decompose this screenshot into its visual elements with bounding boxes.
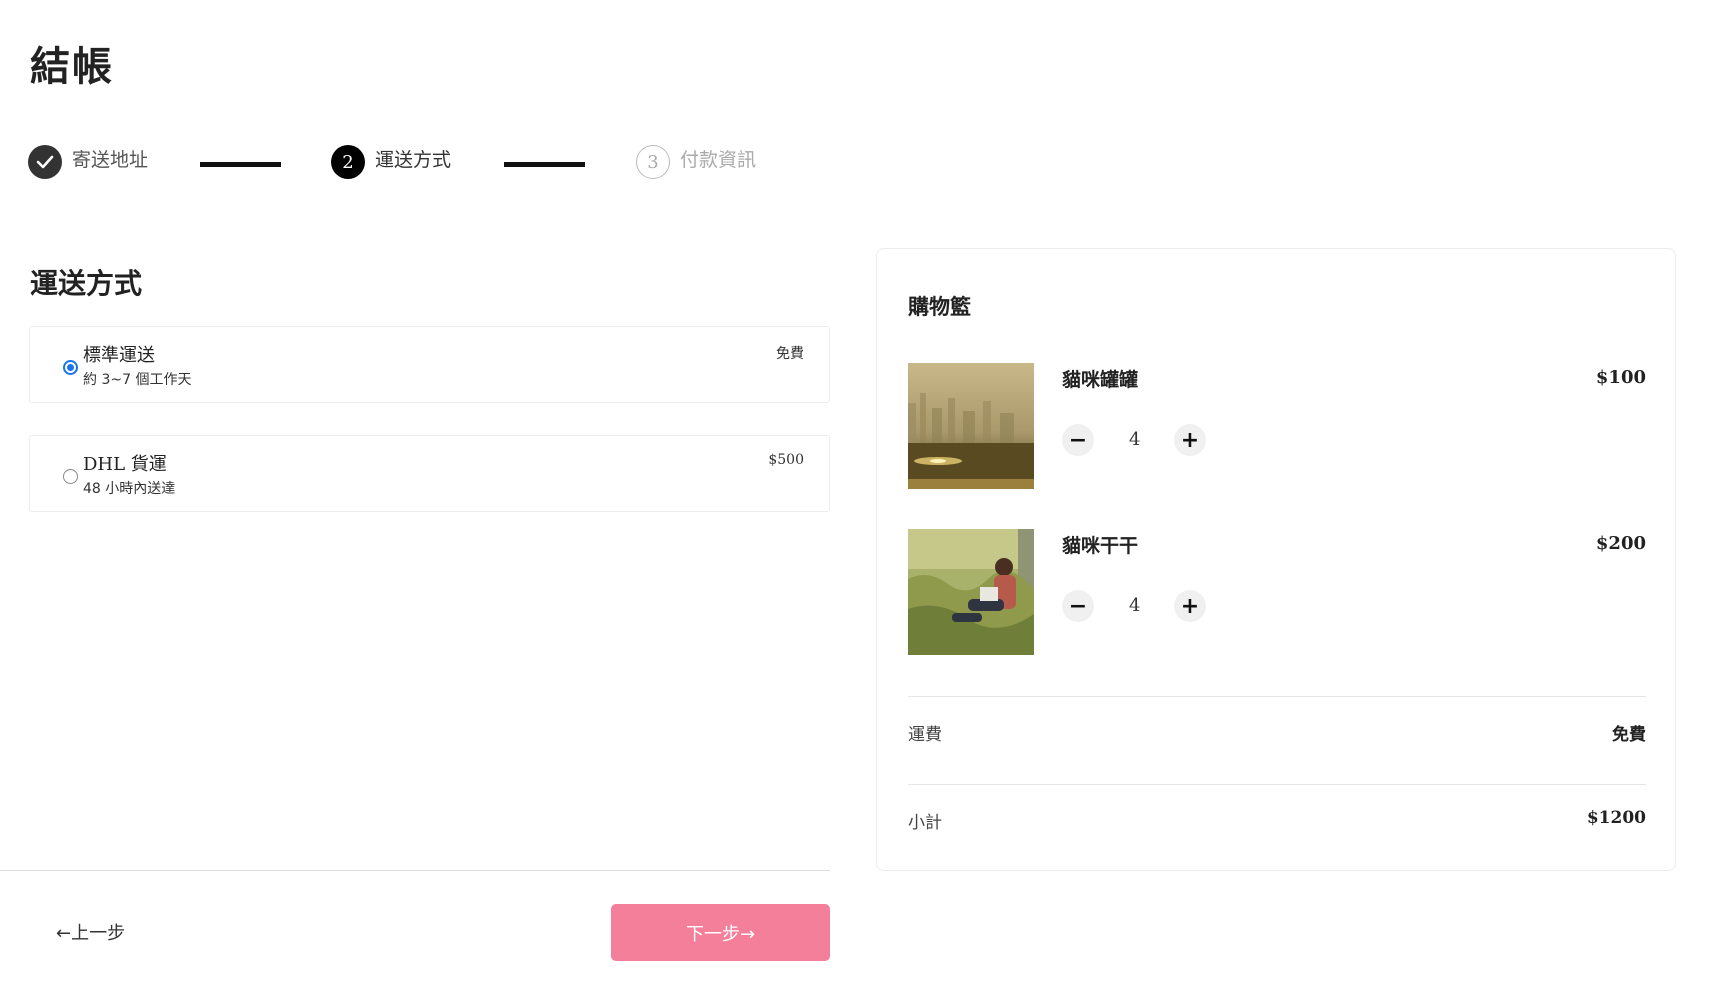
cart-divider [908, 696, 1646, 697]
step-label: 寄送地址 [72, 148, 149, 171]
option-description: 約 3~7 個工作天 [83, 372, 192, 388]
product-image [908, 529, 1034, 655]
cart-item: 貓咪罐罐 $100 − 4 + [908, 363, 1646, 489]
checkout-page: 結帳 寄送地址 2 運送方式 3 付款資訊 運送方式 標準運送 約 3~7 個工… [0, 0, 1727, 993]
item-quantity: 4 [1129, 595, 1141, 616]
next-button[interactable]: 下一步→ [611, 904, 830, 961]
item-price: $200 [1595, 533, 1646, 554]
cart-title: 購物籃 [908, 295, 971, 319]
step-shipping-method: 2 運送方式 [331, 145, 451, 179]
page-title: 結帳 [30, 44, 114, 90]
step-label: 運送方式 [375, 148, 452, 171]
check-icon [28, 145, 62, 179]
shipping-option-standard[interactable]: 標準運送 約 3~7 個工作天 免費 [29, 326, 830, 403]
shipping-fee-label: 運費 [908, 725, 942, 745]
cart-item: 貓咪干干 $200 − 4 + [908, 529, 1646, 655]
option-description: 48 小時內送達 [83, 481, 176, 497]
step-payment-info: 3 付款資訊 [636, 145, 756, 179]
back-button[interactable]: ←上一步 [56, 919, 125, 945]
product-image [908, 363, 1034, 489]
shipping-fee-value: 免費 [1612, 725, 1646, 745]
decrease-quantity-button[interactable]: − [1062, 590, 1094, 622]
item-name: 貓咪干干 [1062, 535, 1139, 557]
shipping-radio-standard[interactable] [63, 360, 78, 375]
step-connector [200, 162, 281, 167]
item-price: $100 [1595, 367, 1646, 388]
step-number: 2 [331, 145, 365, 179]
item-quantity: 4 [1129, 429, 1141, 450]
cart-divider [908, 784, 1646, 785]
shipping-method-title: 運送方式 [30, 267, 143, 300]
option-price: $500 [768, 452, 804, 468]
decrease-quantity-button[interactable]: − [1062, 424, 1094, 456]
subtotal-value: $1200 [1586, 808, 1646, 828]
step-label: 付款資訊 [680, 148, 757, 171]
step-connector [504, 162, 585, 167]
option-price: 免費 [776, 346, 804, 362]
option-name: DHL 貨運 [83, 454, 167, 475]
cart-panel: 購物籃 貓咪罐罐 $100 − 4 + 貓咪干干 $200 − 4 + 運費 免… [876, 248, 1676, 871]
subtotal-label: 小計 [908, 813, 942, 833]
step-shipping-address: 寄送地址 [28, 145, 148, 179]
increase-quantity-button[interactable]: + [1174, 590, 1206, 622]
footer-divider [0, 870, 830, 871]
increase-quantity-button[interactable]: + [1174, 424, 1206, 456]
item-name: 貓咪罐罐 [1062, 369, 1139, 391]
shipping-radio-dhl[interactable] [63, 469, 78, 484]
shipping-option-dhl[interactable]: DHL 貨運 48 小時內送達 $500 [29, 435, 830, 512]
step-number: 3 [636, 145, 670, 179]
checkout-stepper: 寄送地址 2 運送方式 3 付款資訊 [28, 145, 838, 190]
option-name: 標準運送 [83, 345, 155, 366]
